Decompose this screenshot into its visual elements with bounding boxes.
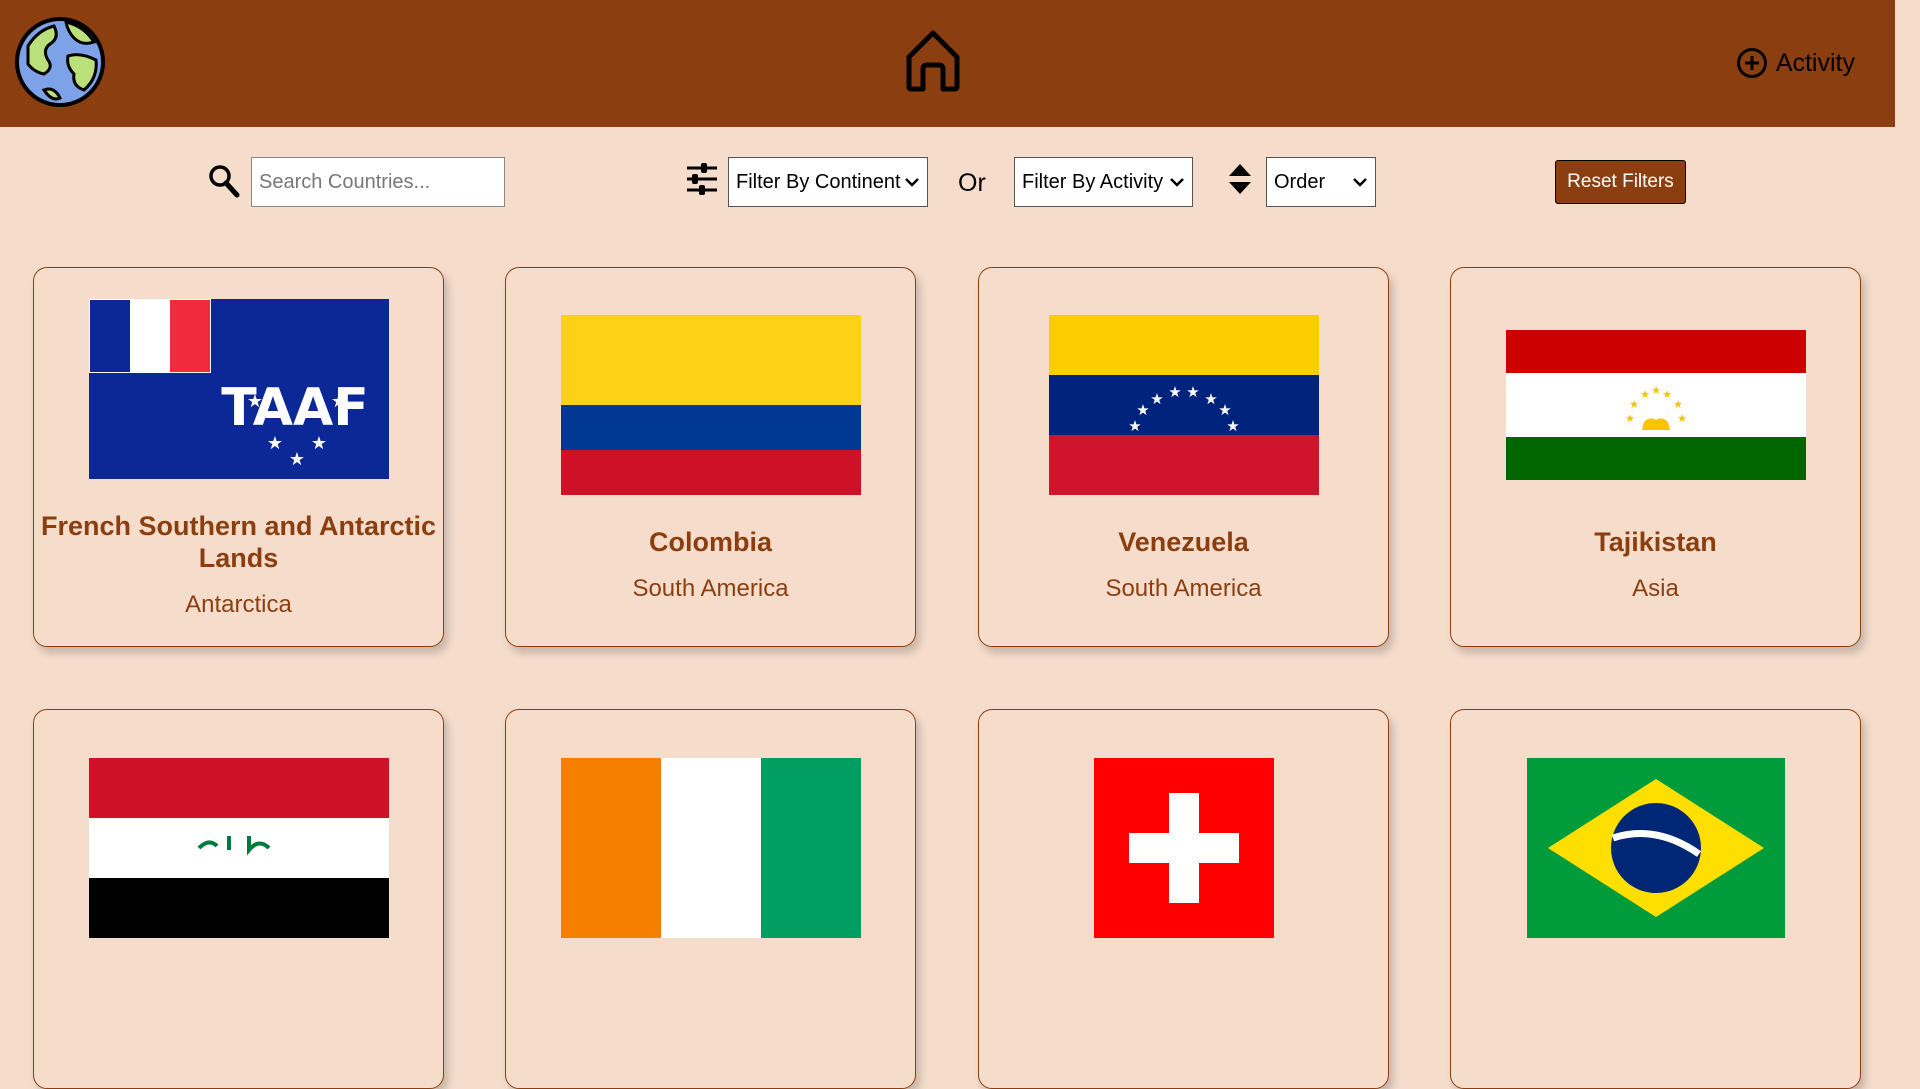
country-continent: South America [1105, 575, 1262, 602]
country-card[interactable] [33, 709, 444, 1089]
order-select-value: Order [1274, 170, 1326, 193]
svg-text:★: ★ [1673, 398, 1683, 411]
country-continent: Asia [1632, 575, 1679, 602]
reset-filters-button[interactable]: Reset Filters [1555, 160, 1686, 204]
country-card[interactable]: TAAF ★ ★ ★ ★ ★ French Southern and Antarcti… [33, 267, 444, 647]
country-name: Colombia [648, 527, 772, 557]
chevron-down-icon [905, 178, 919, 187]
flag-venezuela: ★★★ ★ ★ ★ ★★ [1048, 315, 1319, 495]
svg-text:★: ★ [1651, 384, 1661, 397]
svg-text:★: ★ [1226, 417, 1239, 435]
flag-tajikistan: ★★★ ★ ★★★ [1505, 330, 1806, 480]
filter-toolbar: Filter By Continent Or Filter By Activit… [0, 156, 1920, 208]
flag-ivory-coast [560, 758, 861, 938]
flag-iraq [88, 758, 389, 938]
svg-text:★: ★ [1150, 390, 1163, 408]
svg-text:★: ★ [1168, 383, 1181, 401]
add-activity-link[interactable]: Activity [1736, 47, 1855, 79]
svg-text:★: ★ [1128, 417, 1141, 435]
search-input[interactable] [251, 157, 505, 207]
country-continent: Antarctica [185, 591, 292, 618]
svg-text:★: ★ [1204, 390, 1217, 408]
activity-filter-select[interactable]: Filter By Activity [1014, 157, 1193, 207]
svg-text:★: ★ [1640, 388, 1650, 401]
svg-text:★: ★ [330, 391, 346, 412]
home-icon[interactable] [903, 27, 963, 93]
search-icon [209, 165, 240, 198]
activity-filter-value: Filter By Activity [1022, 170, 1164, 193]
svg-text:★: ★ [1186, 383, 1199, 401]
country-card[interactable]: ★ ★ ★ ★ ★ ★ ★ ★ Venezuela South America [978, 267, 1389, 647]
order-select[interactable]: Order [1266, 157, 1376, 207]
country-card[interactable] [1450, 709, 1861, 1089]
svg-text:★: ★ [288, 449, 304, 470]
svg-text:★: ★ [1136, 401, 1149, 419]
country-continent: South America [632, 575, 789, 602]
flag-french-southern-lands: TAAF ★ ★ ★ ★★ [88, 299, 389, 479]
flag-colombia [560, 315, 861, 495]
country-card[interactable]: ★ ★ ★ ★ ★ ★ ★ Tajikistan Asia [1450, 267, 1861, 647]
continent-filter-value: Filter By Continent [736, 170, 901, 193]
country-name: Tajikistan [1594, 527, 1717, 557]
or-label: Or [958, 169, 986, 197]
country-card[interactable] [505, 709, 916, 1089]
country-name: Venezuela [1118, 527, 1249, 557]
top-nav-bar: Activity [0, 0, 1895, 127]
globe-icon[interactable] [14, 16, 106, 108]
svg-text:★: ★ [1625, 412, 1635, 425]
svg-text:★: ★ [266, 433, 282, 454]
flag-brazil [1526, 758, 1785, 938]
plus-circle-icon [1736, 48, 1767, 78]
svg-text:★: ★ [1662, 388, 1672, 401]
flag-switzerland [1093, 758, 1274, 938]
country-name: French Southern and Antarctic Lands [40, 511, 437, 573]
sliders-icon [687, 163, 717, 195]
continent-filter-select[interactable]: Filter By Continent [728, 157, 928, 207]
svg-text:★: ★ [1629, 398, 1639, 411]
svg-text:★: ★ [310, 433, 326, 454]
sort-icon [1229, 164, 1251, 194]
country-card[interactable]: Colombia South America [505, 267, 916, 647]
chevron-down-icon [1353, 178, 1367, 187]
chevron-down-icon [1170, 178, 1184, 187]
activity-link-label: Activity [1775, 48, 1855, 77]
country-card[interactable] [978, 709, 1389, 1089]
svg-text:★: ★ [1677, 412, 1687, 425]
svg-text:★: ★ [246, 391, 262, 412]
